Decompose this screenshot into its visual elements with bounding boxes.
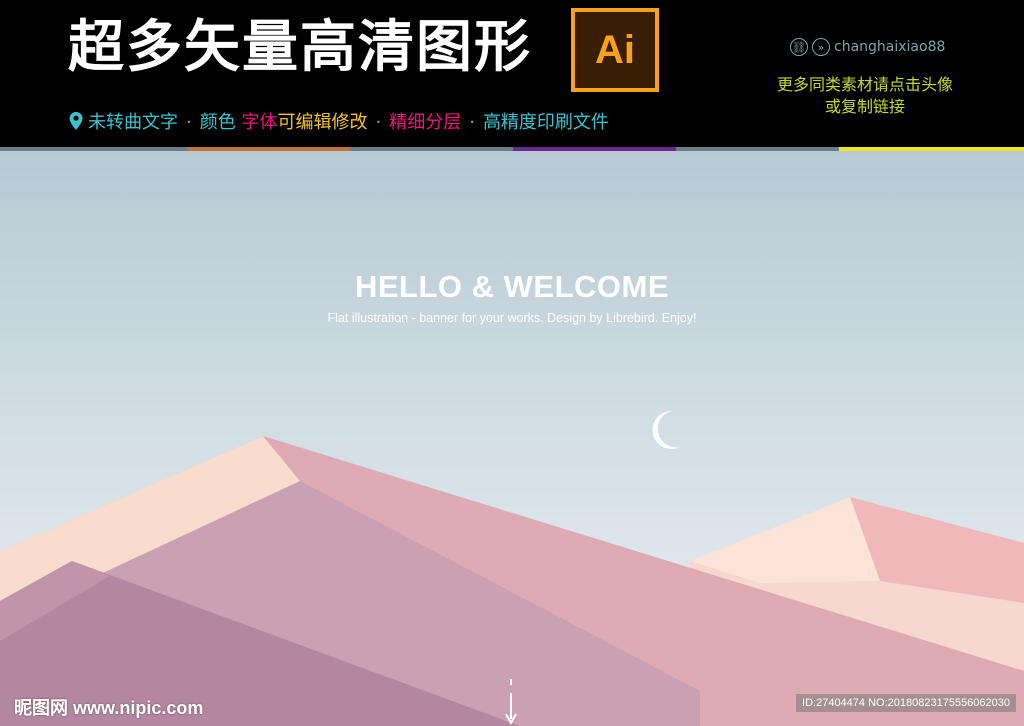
feature-color: 颜色 <box>199 112 236 133</box>
feature-editable: 可编辑修改 <box>277 112 368 133</box>
welcome-banner: HELLO & WELCOME Flat illustration - bann… <box>0 151 1024 726</box>
feature-layers: 精细分层 <box>389 112 462 133</box>
feature-font: 字体 <box>241 112 278 133</box>
promo-line-1: 更多同类素材请点击头像 <box>776 75 953 94</box>
feature-list: 未转曲文字 · 颜色 字体可编辑修改 · 精细分层 · 高精度印刷文件 <box>68 110 609 136</box>
feature-unoutlined-text: 未转曲文字 <box>88 112 178 133</box>
banner-subtitle: Flat illustration - banner for your work… <box>327 311 697 325</box>
page-title: 超多矢量高清图形 <box>68 15 532 80</box>
header-band: 超多矢量高清图形 Ai 未转曲文字 · 颜色 字体可编辑修改 · 精细分层 · 高精度印刷文… <box>0 0 1024 148</box>
promo-line-2: 或复制链接 <box>824 97 905 116</box>
crescent-moon-icon <box>652 410 680 449</box>
banner-headline: HELLO & WELCOME <box>354 269 670 304</box>
mountain-illustration <box>0 436 1024 726</box>
ai-logo-text: Ai <box>575 12 655 88</box>
illustrator-logo: Ai <box>571 8 659 92</box>
feature-separator: · <box>375 112 382 133</box>
location-pin-icon <box>69 112 83 130</box>
share-arrow-icon: » <box>812 38 830 56</box>
feature-separator: · <box>186 112 192 133</box>
feature-print: 高精度印刷文件 <box>482 112 609 133</box>
feature-separator: · <box>469 112 475 133</box>
scroll-down-arrow-icon[interactable] <box>503 679 519 726</box>
author-link[interactable]: ⛓ » changhaixiao88 <box>790 38 945 56</box>
site-watermark: 昵图网 www.nipic.com <box>14 698 204 718</box>
author-name: changhaixiao88 <box>834 39 946 55</box>
promo-text: 更多同类素材请点击头像 或复制链接 <box>760 74 970 118</box>
image-id-watermark: ID:27404474 NO:20180823175556062030 <box>796 694 1016 712</box>
link-icon: ⛓ <box>790 38 808 56</box>
